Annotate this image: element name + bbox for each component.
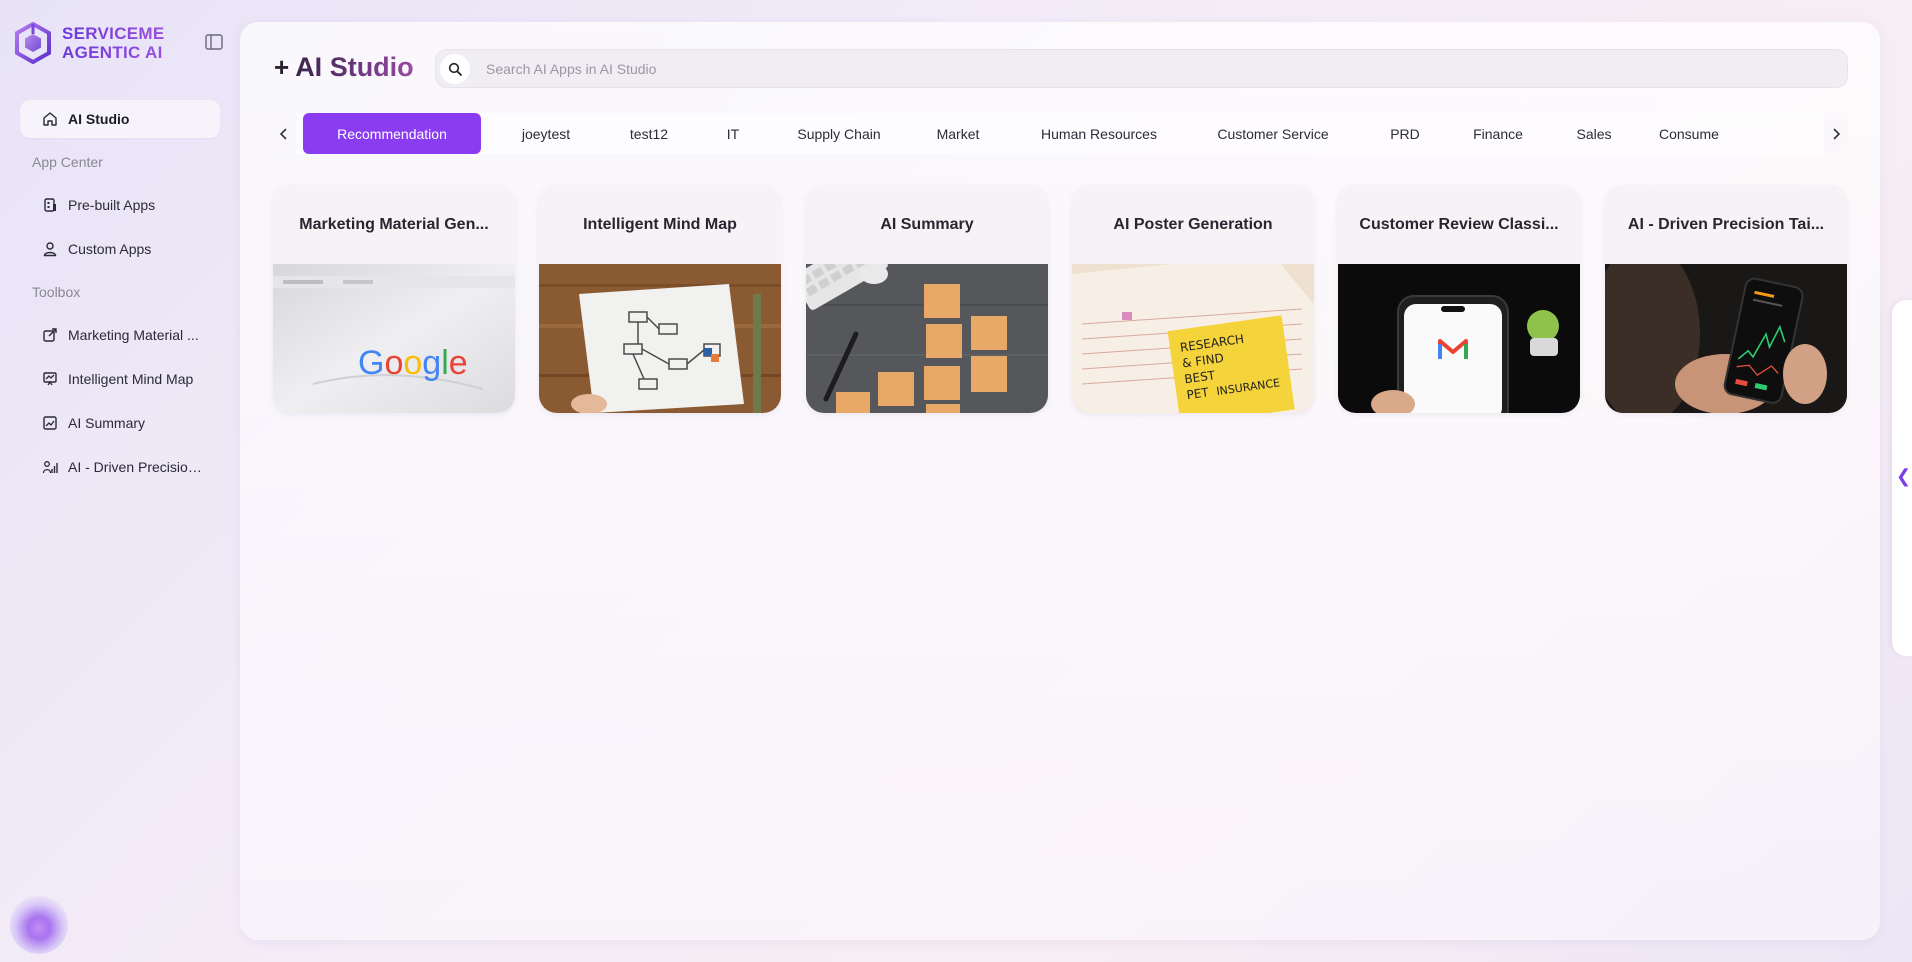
google-logo-o2: o (403, 344, 422, 382)
google-logo-e: e (449, 344, 468, 382)
tabs-scroll-right-icon[interactable] (1824, 113, 1848, 154)
brand-name: SERVICEME AGENTIC AI (62, 24, 165, 62)
tab-sales[interactable]: Sales (1557, 113, 1631, 154)
chevron-left-icon: ❮ (1896, 466, 1912, 486)
app-card-ai-poster-generation[interactable]: AI Poster Generation RESEARCH & FIND BES… (1072, 185, 1314, 413)
section-label-toolbox: Toolbox (32, 284, 81, 300)
image-chart-icon (43, 416, 57, 430)
plus-icon: + (274, 52, 290, 82)
collapse-sidebar-icon[interactable] (205, 34, 223, 50)
tab-customer-service[interactable]: Customer Service (1193, 113, 1353, 154)
sidebar-item-label: Marketing Material ... (68, 327, 199, 343)
home-icon (43, 112, 57, 126)
sidebar-item-label: Pre-built Apps (68, 197, 156, 213)
tab-market[interactable]: Market (918, 113, 998, 154)
section-label-app-center: App Center (32, 154, 103, 170)
card-title: AI - Driven Precision Tai... (1627, 215, 1825, 233)
sidebar-item-ai-summary[interactable]: AI Summary (20, 405, 220, 441)
chart-board-icon (43, 372, 57, 386)
app-card-ai-driven-precision[interactable]: AI - Driven Precision Tai... (1605, 185, 1847, 413)
tab-finance[interactable]: Finance (1453, 113, 1543, 154)
brand-line1: SERVICEME (62, 24, 165, 43)
card-image-google: Google (273, 264, 515, 413)
main-panel: + AI Studio Recommendation joeytest test… (240, 22, 1880, 940)
app-card-intelligent-mind-map[interactable]: Intelligent Mind Map (539, 185, 781, 413)
brand[interactable]: SERVICEME AGENTIC AI (14, 22, 165, 64)
card-image-flowchart (539, 264, 781, 413)
tab-prd[interactable]: PRD (1375, 113, 1435, 154)
card-title: Customer Review Classi... (1359, 215, 1559, 233)
brand-line2: AGENTIC AI (62, 43, 163, 62)
card-title: Intelligent Mind Map (583, 215, 737, 233)
sidebar-item-pre-built-apps[interactable]: Pre-built Apps (20, 187, 220, 223)
tab-recommendation[interactable]: Recommendation (303, 113, 481, 154)
app-card-customer-review[interactable]: Customer Review Classi... (1338, 185, 1580, 413)
sidebar-item-custom-apps[interactable]: Custom Apps (20, 231, 220, 267)
edit-export-icon (43, 328, 57, 342)
sidebar-item-label: AI - Driven Precision... (68, 459, 204, 475)
search-icon[interactable] (440, 53, 470, 84)
google-logo-g: G (358, 344, 384, 382)
google-logo-text: Google (358, 344, 468, 382)
card-image-sticky-notes (806, 264, 1048, 413)
brand-logo-icon (15, 22, 51, 64)
app-card-ai-summary[interactable]: AI Summary (806, 185, 1048, 413)
sidebar-item-label: AI Summary (68, 415, 146, 431)
tab-joeytest[interactable]: joeytest (500, 113, 592, 154)
tab-consume[interactable]: Consume (1659, 113, 1779, 154)
tab-it[interactable]: IT (708, 113, 758, 154)
category-tabs: Recommendation joeytest test12 IT Supply… (272, 113, 1848, 154)
tabs-scroll-left-icon[interactable] (272, 113, 296, 154)
search-input[interactable] (486, 60, 1786, 77)
sidebar-item-ai-studio[interactable]: AI Studio (20, 100, 220, 138)
card-title: AI Poster Generation (1113, 215, 1273, 233)
right-drawer-handle[interactable]: ❮ (1892, 300, 1912, 656)
page-title: + AI Studio (274, 52, 414, 83)
assistant-orb-button[interactable] (10, 896, 68, 954)
google-logo-g2: g (422, 344, 441, 382)
card-image-gmail-phone (1338, 264, 1580, 413)
sidebar: SERVICEME AGENTIC AI AI Studio App Cente… (0, 0, 240, 962)
person-chart-icon (42, 461, 58, 474)
card-title: Marketing Material Gen... (299, 215, 489, 233)
building-icon (44, 198, 56, 212)
sidebar-item-ai-driven-precision[interactable]: AI - Driven Precision... (20, 449, 220, 485)
tab-test12[interactable]: test12 (612, 113, 686, 154)
user-icon (43, 242, 57, 257)
sidebar-item-intelligent-mind-map[interactable]: Intelligent Mind Map (20, 361, 220, 397)
google-logo-o1: o (384, 344, 403, 382)
sidebar-item-label: AI Studio (68, 111, 130, 127)
sidebar-item-marketing-material[interactable]: Marketing Material ... (20, 317, 220, 353)
search-bar[interactable] (435, 49, 1848, 88)
card-title: AI Summary (880, 215, 974, 233)
card-image-stock-phone (1605, 264, 1847, 413)
app-card-marketing-material[interactable]: Marketing Material Gen... Google (273, 185, 515, 413)
sidebar-item-label: Custom Apps (68, 241, 152, 257)
card-image-research-note: RESEARCH & FIND BEST PET INSURANCE (1072, 264, 1314, 413)
google-logo-l: l (441, 344, 449, 382)
tab-supply-chain[interactable]: Supply Chain (783, 113, 895, 154)
tab-human-resources[interactable]: Human Resources (1019, 113, 1179, 154)
page-title-text: AI Studio (295, 52, 414, 82)
sidebar-item-label: Intelligent Mind Map (68, 371, 194, 387)
tab-strip: Recommendation joeytest test12 IT Supply… (303, 113, 1823, 154)
